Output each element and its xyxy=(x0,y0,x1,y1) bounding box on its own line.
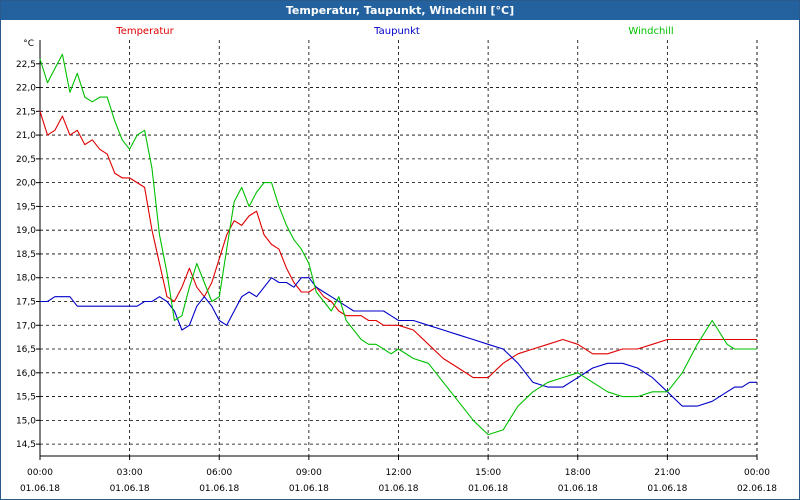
y-tick-label: 22,5 xyxy=(16,60,36,70)
y-tick-label: 16,5 xyxy=(16,345,36,355)
x-tick-date-label: 01.06.18 xyxy=(378,484,418,494)
x-tick-time-label: 00:00 xyxy=(27,468,53,478)
x-tick-date-label: 01.06.18 xyxy=(558,484,598,494)
y-tick-label: 22,0 xyxy=(16,84,36,94)
x-tick-date-label: 01.06.18 xyxy=(289,484,329,494)
y-tick-label: 21,5 xyxy=(16,107,36,117)
legend-label-windchill: Windchill xyxy=(628,26,673,37)
y-tick-label: 19,0 xyxy=(16,226,36,236)
x-tick-time-label: 06:00 xyxy=(206,468,232,478)
x-tick-time-label: 00:00 xyxy=(744,468,770,478)
y-tick-label: 18,5 xyxy=(16,250,36,260)
y-tick-label: 15,0 xyxy=(16,416,36,426)
y-tick-label: 18,0 xyxy=(16,274,36,284)
y-tick-label: 19,5 xyxy=(16,202,36,212)
x-tick-time-label: 15:00 xyxy=(475,468,501,478)
y-tick-label: 20,5 xyxy=(16,155,36,165)
legend-label-taupunkt: Taupunkt xyxy=(373,26,420,37)
x-tick-time-label: 12:00 xyxy=(386,468,412,478)
y-tick-label: 21,0 xyxy=(16,131,36,141)
grid xyxy=(40,40,758,456)
y-tick-label: 16,0 xyxy=(16,369,36,379)
legend: Temperatur Taupunkt Windchill xyxy=(115,26,673,37)
x-tick-date-label: 01.06.18 xyxy=(20,484,60,494)
x-tick-time-label: 09:00 xyxy=(296,468,322,478)
x-tick-date-label: 01.06.18 xyxy=(468,484,508,494)
line-chart: 14,5 15,0 15,5 16,0 16,5 17,0 17,5 18,0 18,5 19,0… xyxy=(16,26,777,494)
x-tick-date-label: 01.06.18 xyxy=(647,484,687,494)
axes: 14,5 15,0 15,5 16,0 16,5 17,0 17,5 18,0 18,5 19,0… xyxy=(16,39,777,494)
x-tick-date-label: 01.06.18 xyxy=(110,484,150,494)
y-tick-label: 14,5 xyxy=(16,440,36,450)
legend-label-temperatur: Temperatur xyxy=(115,26,174,37)
y-tick-label: 15,5 xyxy=(16,393,36,403)
x-tick-date-label: 02.06.18 xyxy=(737,484,777,494)
x-tick-date-label: 01.06.18 xyxy=(199,484,239,494)
y-tick-label: 20,0 xyxy=(16,179,36,189)
y-tick-label: 17,0 xyxy=(16,321,36,331)
x-tick-time-label: 18:00 xyxy=(565,468,591,478)
x-tick-time-label: 03:00 xyxy=(117,468,143,478)
x-tick-time-label: 21:00 xyxy=(654,468,680,478)
y-axis-unit-label: °C xyxy=(23,39,34,49)
y-tick-label: 17,5 xyxy=(16,297,36,307)
